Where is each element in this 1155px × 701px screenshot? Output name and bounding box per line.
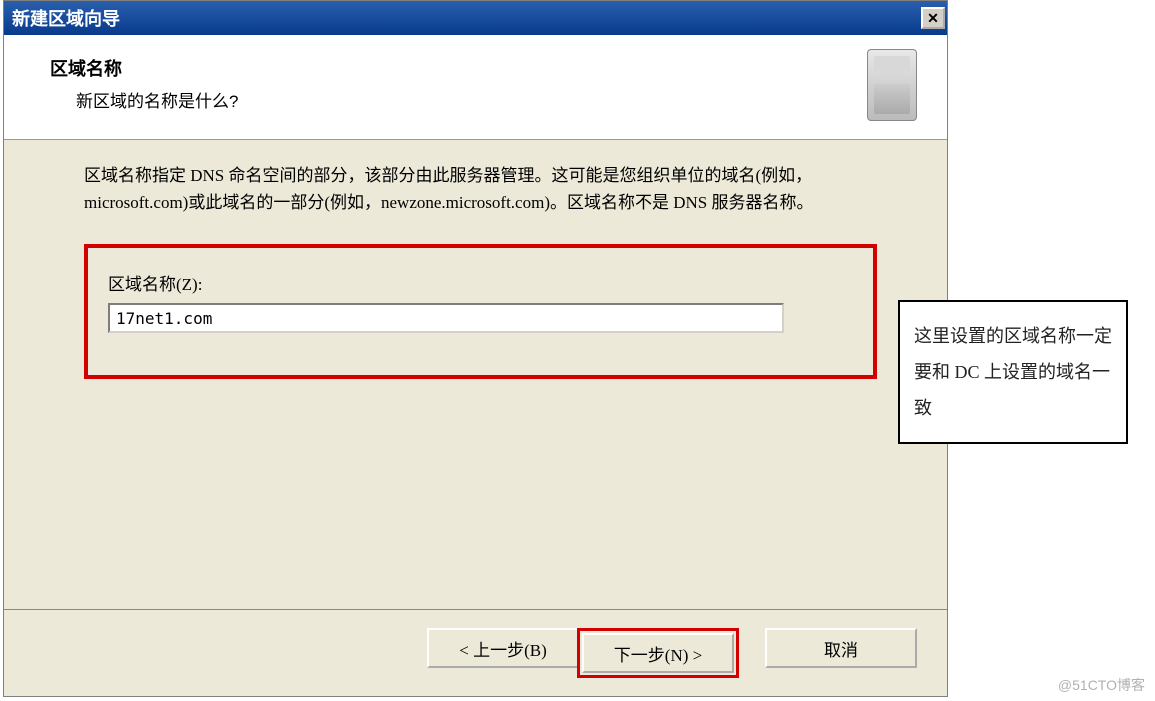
wizard-header: 区域名称 新区域的名称是什么? xyxy=(4,35,947,140)
server-icon xyxy=(867,49,927,129)
wizard-body: 区域名称指定 DNS 命名空间的部分，该部分由此服务器管理。这可能是您组织单位的… xyxy=(4,140,947,609)
zone-name-label: 区域名称(Z): xyxy=(108,270,853,295)
button-row: < 上一步(B) 下一步(N) > 取消 xyxy=(4,610,947,696)
watermark-text: @51CTO博客 xyxy=(1058,675,1145,695)
page-subtitle: 新区域的名称是什么? xyxy=(76,87,238,112)
annotation-callout: 这里设置的区域名称一定要和 DC 上设置的域名一致 xyxy=(898,300,1128,444)
input-highlight-box: 区域名称(Z): xyxy=(84,244,877,379)
zone-name-input[interactable] xyxy=(108,303,784,333)
titlebar: 新建区域向导 ✕ xyxy=(4,1,947,35)
close-button[interactable]: ✕ xyxy=(921,7,945,29)
description-text: 区域名称指定 DNS 命名空间的部分，该部分由此服务器管理。这可能是您组织单位的… xyxy=(84,162,877,216)
wizard-dialog: 新建区域向导 ✕ 区域名称 新区域的名称是什么? 区域名称指定 DNS 命名空间… xyxy=(3,0,948,697)
page-title: 区域名称 xyxy=(50,55,238,81)
next-highlight-box: 下一步(N) > xyxy=(577,628,739,678)
cancel-button[interactable]: 取消 xyxy=(765,628,917,668)
header-text-block: 区域名称 新区域的名称是什么? xyxy=(50,49,238,112)
back-button[interactable]: < 上一步(B) xyxy=(427,628,579,668)
close-icon: ✕ xyxy=(927,10,939,27)
next-button[interactable]: 下一步(N) > xyxy=(582,633,734,673)
window-title: 新建区域向导 xyxy=(12,5,120,31)
